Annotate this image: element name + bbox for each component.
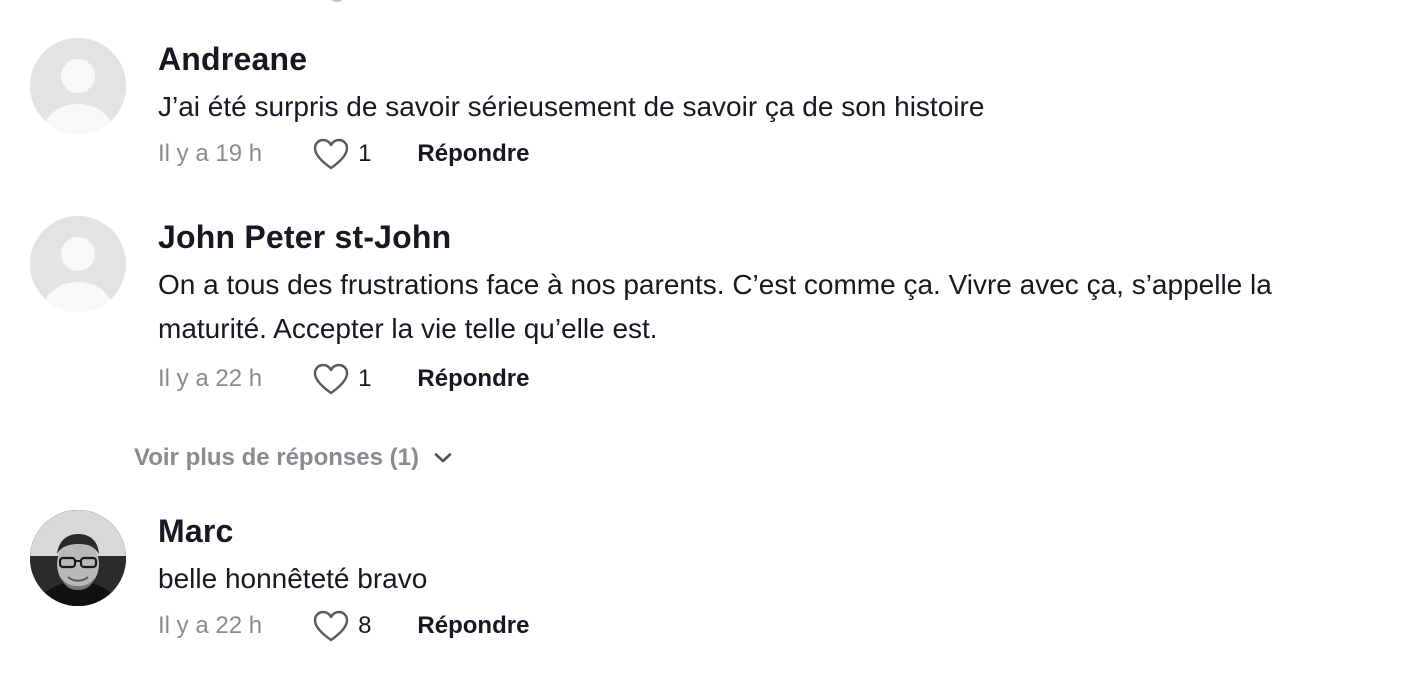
heart-outline-icon[interactable]: [312, 609, 350, 643]
avatar[interactable]: [30, 510, 126, 606]
comment-meta: Il y a 19 h 1 Répondre: [158, 134, 1422, 174]
comment-text-line: J’ai été surpris de savoir sérieusement …: [158, 91, 985, 122]
chevron-down-icon: [434, 453, 452, 463]
view-more-replies-label: Voir plus de réponses (1): [134, 444, 419, 471]
like-count: 8: [358, 612, 372, 639]
like-count: 1: [358, 365, 372, 392]
comment-text-line: belle honnêteté bravo: [158, 563, 428, 594]
comment-timestamp: Il y a 22 h: [158, 365, 263, 392]
heart-outline-icon[interactable]: [312, 362, 350, 396]
reply-button[interactable]: Répondre: [417, 612, 529, 640]
comment-author[interactable]: John Peter st-John: [158, 216, 1422, 258]
comment-text-line: On a tous des frustrations face à nos pa…: [158, 269, 1272, 300]
view-more-replies-button[interactable]: Voir plus de réponses (1): [134, 440, 453, 476]
comment-text: On a tous des frustrations face à nos pa…: [158, 263, 1422, 351]
reply-button[interactable]: Répondre: [417, 365, 529, 393]
comment-text-line: maturité. Accepter la vie telle qu’elle …: [158, 313, 658, 344]
like-button[interactable]: 1: [312, 362, 371, 396]
heart-outline-icon[interactable]: [312, 137, 350, 171]
reply-button[interactable]: Répondre: [417, 140, 529, 168]
comment-author[interactable]: Marc: [158, 510, 1422, 552]
user-photo: [30, 510, 126, 606]
comment-author[interactable]: Andreane: [158, 38, 1422, 80]
comment-meta: Il y a 22 h 8 Répondre: [158, 606, 1422, 646]
like-count: 1: [358, 140, 372, 167]
previous-comment-fragment: [330, 0, 344, 2]
default-avatar-icon: [30, 216, 126, 312]
avatar[interactable]: [30, 38, 126, 134]
avatar[interactable]: [30, 216, 126, 312]
comment-text: belle honnêteté bravo: [158, 557, 1422, 601]
like-button[interactable]: 1: [312, 137, 371, 171]
default-avatar-icon: [30, 38, 126, 134]
comment-text: J’ai été surpris de savoir sérieusement …: [158, 85, 1422, 129]
comment-meta: Il y a 22 h 1 Répondre: [158, 359, 1422, 399]
comment-timestamp: Il y a 19 h: [158, 140, 263, 167]
like-button[interactable]: 8: [312, 609, 371, 643]
comment-timestamp: Il y a 22 h: [158, 612, 263, 639]
